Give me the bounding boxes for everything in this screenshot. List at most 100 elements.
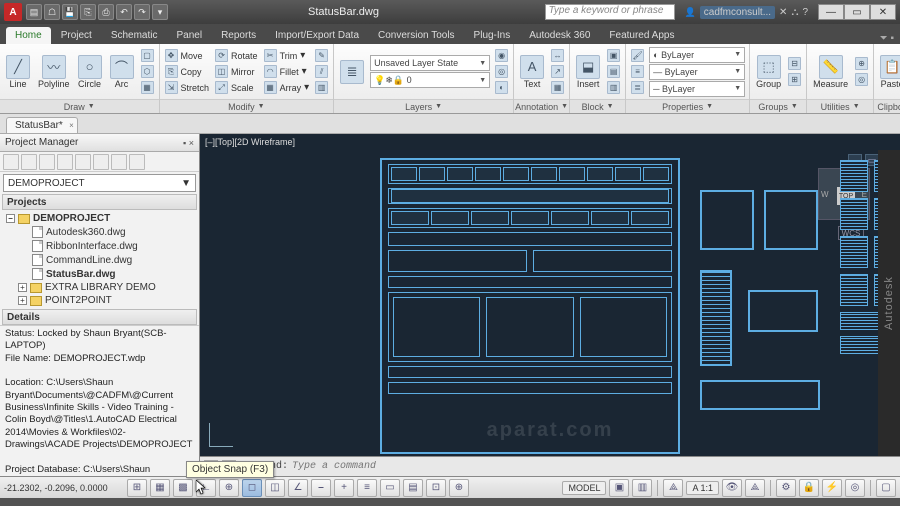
modify-extra-1[interactable]: ✎ xyxy=(314,48,329,63)
util-tool-2[interactable]: ◎ xyxy=(854,72,869,87)
layout-quick-view-2[interactable]: ▥ xyxy=(632,479,652,497)
layer-props-button[interactable]: ≣ xyxy=(338,59,366,85)
maximize-button[interactable]: ▭ xyxy=(844,4,870,20)
infer-constraints-toggle[interactable]: ⊞ xyxy=(127,479,147,497)
util-tool-1[interactable]: ⊕ xyxy=(854,56,869,71)
tab-reports[interactable]: Reports xyxy=(212,27,265,44)
help-star-icon[interactable]: ⛬ xyxy=(791,7,798,18)
tab-schematic[interactable]: Schematic xyxy=(102,27,167,44)
help-search-input[interactable]: Type a keyword or phrase xyxy=(545,4,675,20)
osnap-toggle[interactable]: ◻ xyxy=(242,479,262,497)
mirror-button[interactable]: ◫Mirror xyxy=(214,64,259,79)
grid-toggle[interactable]: ▩ xyxy=(173,479,193,497)
table-button[interactable]: ▦ xyxy=(550,80,565,95)
draw-extra-2[interactable]: ⬡ xyxy=(140,64,155,79)
pm-tool-7[interactable] xyxy=(111,154,127,170)
tree-file[interactable]: CommandLine.dwg xyxy=(4,253,195,267)
text-button[interactable]: AText xyxy=(518,54,546,90)
tree-file-active[interactable]: StatusBar.dwg xyxy=(4,267,195,281)
pm-tool-3[interactable] xyxy=(39,154,55,170)
ducs-toggle[interactable]: ⎯ xyxy=(311,479,331,497)
tab-home[interactable]: Home xyxy=(6,27,51,44)
lock-ui-toggle[interactable]: 🔒 xyxy=(799,479,819,497)
array-button[interactable]: ▦Array ▾ xyxy=(263,80,311,95)
tree-folder[interactable]: +EXTRA LIBRARY DEMO xyxy=(4,281,195,294)
tab-plugins[interactable]: Plug-Ins xyxy=(465,27,520,44)
trim-button[interactable]: ✂Trim ▾ xyxy=(263,48,311,63)
modify-extra-3[interactable]: ▥ xyxy=(314,80,329,95)
scale-button[interactable]: ⤢Scale xyxy=(214,80,259,95)
modify-extra-2[interactable]: ⫽ xyxy=(314,64,329,79)
rotate-button[interactable]: ⟳Rotate xyxy=(214,48,259,63)
tpy-toggle[interactable]: ▭ xyxy=(380,479,400,497)
copy-button[interactable]: ⎘Copy xyxy=(164,64,211,79)
user-panel[interactable]: 👤 cadfmconsult... ✕ ⛬ ? xyxy=(685,6,808,19)
tree-root[interactable]: −DEMOPROJECT xyxy=(4,212,195,225)
arc-button[interactable]: ⌒Arc xyxy=(108,54,136,90)
ribbon-expand-icon[interactable]: ⏷ ▪ xyxy=(874,33,900,44)
pm-tool-8[interactable] xyxy=(129,154,145,170)
match-props-button[interactable]: 🖌 xyxy=(630,48,645,63)
polyline-button[interactable]: 〰Polyline xyxy=(36,54,72,90)
leader-button[interactable]: ↗ xyxy=(550,64,565,79)
cmd-input[interactable] xyxy=(292,461,896,472)
tab-featured-apps[interactable]: Featured Apps xyxy=(600,27,683,44)
pm-project-combo[interactable]: DEMOPROJECT▼ xyxy=(3,174,196,192)
exchange-icon[interactable]: ✕ xyxy=(779,7,787,18)
minimize-button[interactable]: — xyxy=(818,4,844,20)
canvas[interactable]: — ▭ × TOP NS EW WCS xyxy=(200,150,900,456)
hardware-accel-toggle[interactable]: ⚡ xyxy=(822,479,842,497)
autodesk-sidebar[interactable]: Autodesk xyxy=(878,150,900,456)
tab-project[interactable]: Project xyxy=(52,27,101,44)
props-tool-3[interactable]: ≣ xyxy=(630,80,645,95)
close-button[interactable]: ✕ xyxy=(870,4,896,20)
polar-toggle[interactable]: ⊕ xyxy=(219,479,239,497)
model-space-button[interactable]: MODEL xyxy=(562,481,606,495)
help-icon[interactable]: ? xyxy=(802,7,808,18)
sc-toggle[interactable]: ⊡ xyxy=(426,479,446,497)
dim-linear-button[interactable]: ↔ xyxy=(550,48,565,63)
document-tab[interactable]: StatusBar*× xyxy=(6,117,78,133)
line-button[interactable]: ╱Line xyxy=(4,54,32,90)
isolate-objects[interactable]: ◎ xyxy=(845,479,865,497)
anno-scale-icon[interactable]: ⟁ xyxy=(663,479,683,497)
tree-folder[interactable]: +POINT2POINT xyxy=(4,294,195,307)
pm-tool-5[interactable] xyxy=(75,154,91,170)
linetype-combo[interactable]: ─ ByLayer▼ xyxy=(649,81,745,97)
osnap3d-toggle[interactable]: ◫ xyxy=(265,479,285,497)
snap-toggle[interactable]: ▦ xyxy=(150,479,170,497)
layout-quick-view[interactable]: ▣ xyxy=(609,479,629,497)
group-button[interactable]: ⬚Group xyxy=(754,54,783,90)
pm-tool-1[interactable] xyxy=(3,154,19,170)
pm-projects-header[interactable]: Projects xyxy=(2,194,197,210)
am-toggle[interactable]: ⊕ xyxy=(449,479,469,497)
layer-current-combo[interactable]: 💡❄🔒 0▼ xyxy=(370,72,490,88)
qat-undo-icon[interactable]: ↶ xyxy=(116,4,132,20)
tab-import-export[interactable]: Import/Export Data xyxy=(266,27,368,44)
dyn-toggle[interactable]: + xyxy=(334,479,354,497)
qat-redo-icon[interactable]: ↷ xyxy=(134,4,150,20)
clean-screen-toggle[interactable]: ▢ xyxy=(876,479,896,497)
props-tool-2[interactable]: ≡ xyxy=(630,64,645,79)
qat-dropdown-icon[interactable]: ▾ xyxy=(152,4,168,20)
pm-tool-2[interactable] xyxy=(21,154,37,170)
draw-extra-1[interactable]: ▢ xyxy=(140,48,155,63)
viewport-label[interactable]: [–][Top][2D Wireframe] xyxy=(200,134,900,150)
tab-autodesk360[interactable]: Autodesk 360 xyxy=(520,27,599,44)
block-attr-button[interactable]: ▥ xyxy=(606,80,621,95)
block-edit-button[interactable]: ▤ xyxy=(606,64,621,79)
qat-plot-icon[interactable]: ⎙ xyxy=(98,4,114,20)
anno-auto-toggle[interactable]: ⟁ xyxy=(745,479,765,497)
pm-details-header[interactable]: Details xyxy=(2,309,197,325)
lwt-toggle[interactable]: ≡ xyxy=(357,479,377,497)
pm-tool-4[interactable] xyxy=(57,154,73,170)
qat-save-icon[interactable]: 💾 xyxy=(62,4,78,20)
lineweight-combo[interactable]: — ByLayer▼ xyxy=(649,64,745,80)
workspace-switch[interactable]: ⚙ xyxy=(776,479,796,497)
fillet-button[interactable]: ◠Fillet ▾ xyxy=(263,64,311,79)
layer-tool-3[interactable]: ◐ xyxy=(494,80,509,95)
otrack-toggle[interactable]: ∠ xyxy=(288,479,308,497)
pm-close-icon[interactable]: ▪ × xyxy=(183,138,194,148)
move-button[interactable]: ✥Move xyxy=(164,48,211,63)
color-combo[interactable]: ◐ ByLayer▼ xyxy=(649,47,745,63)
